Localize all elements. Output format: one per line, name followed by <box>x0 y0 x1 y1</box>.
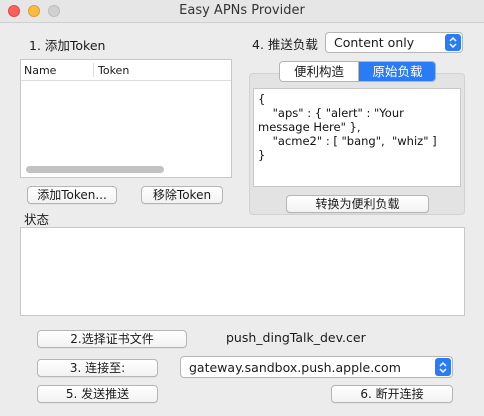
gateway-select[interactable]: gateway.sandbox.push.apple.com <box>180 356 453 378</box>
connect-to-button[interactable]: 3. 连接至: <box>37 359 158 377</box>
remove-token-button[interactable]: 移除Token <box>141 186 223 204</box>
status-heading: 状态 <box>24 212 50 227</box>
up-down-chevron-icon <box>435 358 451 376</box>
title-bar: Easy APNs Provider <box>0 0 484 23</box>
horizontal-scrollbar[interactable] <box>26 166 164 173</box>
payload-editor[interactable]: { "aps" : { "alert" : "Your message Here… <box>253 88 461 187</box>
disconnect-button[interactable]: 6. 断开连接 <box>331 385 453 403</box>
payload-tab-control[interactable]: 便利构造 原始负载 <box>279 61 436 82</box>
column-name[interactable]: Name <box>24 64 56 77</box>
token-table[interactable]: Name Token <box>20 59 232 178</box>
column-token[interactable]: Token <box>98 64 129 77</box>
choose-certificate-button[interactable]: 2.选择证书文件 <box>37 330 187 348</box>
certificate-filename: push_dingTalk_dev.cer <box>226 330 366 345</box>
send-push-button[interactable]: 5. 发送推送 <box>37 385 158 403</box>
table-header: Name Token <box>21 60 231 81</box>
gateway-value: gateway.sandbox.push.apple.com <box>189 360 401 375</box>
payload-type-value: Content only <box>334 35 415 50</box>
convert-payload-button[interactable]: 转换为便利负载 <box>286 195 429 213</box>
status-log[interactable] <box>20 227 465 316</box>
tab-raw-payload[interactable]: 原始负载 <box>359 62 435 81</box>
window-title: Easy APNs Provider <box>179 3 305 18</box>
push-payload-heading: 4. 推送负载 <box>252 37 318 52</box>
app-window: Easy APNs Provider 1. 添加Token Name Token… <box>0 0 484 416</box>
column-divider <box>93 63 94 77</box>
add-token-button[interactable]: 添加Token... <box>27 186 117 204</box>
tab-convenience-build[interactable]: 便利构造 <box>280 62 359 81</box>
add-token-heading: 1. 添加Token <box>29 38 106 53</box>
payload-type-select[interactable]: Content only <box>325 32 463 53</box>
up-down-chevron-icon <box>445 34 461 51</box>
